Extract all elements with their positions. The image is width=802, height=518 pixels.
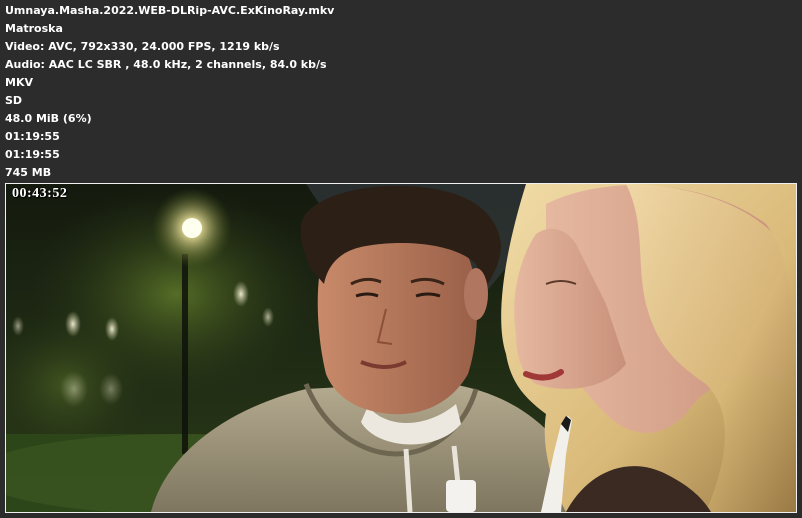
duration: 01:19:55 [5, 130, 60, 143]
file-size: 745 MB [5, 166, 52, 179]
video-frame-thumbnail: 00:43:52 [5, 183, 797, 513]
audio-info: Audio: AAC LC SBR , 48.0 kHz, 2 channels… [5, 58, 327, 71]
frame-scene [6, 184, 796, 512]
definition-label: SD [5, 94, 23, 107]
audio-stream-size: 48.0 MiB (6%) [5, 112, 92, 125]
format-label: MKV [5, 76, 33, 89]
media-info-panel: Umnaya.Masha.2022.WEB-DLRip-AVC.ExKinoRa… [5, 2, 795, 182]
frame-timestamp: 00:43:52 [12, 186, 68, 201]
video-info: Video: AVC, 792x330, 24.000 FPS, 1219 kb… [5, 40, 280, 53]
duration-secondary: 01:19:55 [5, 148, 60, 161]
container-format: Matroska [5, 22, 63, 35]
file-name: Umnaya.Masha.2022.WEB-DLRip-AVC.ExKinoRa… [5, 4, 335, 17]
